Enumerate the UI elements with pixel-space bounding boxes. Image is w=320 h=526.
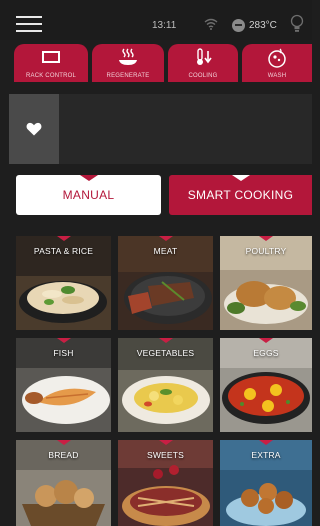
category-tile-meat[interactable]: MEAT (118, 236, 213, 330)
category-label: EGGS (253, 348, 279, 358)
tile-indicator (259, 338, 273, 343)
smart-cooking-button[interactable]: SMART COOKING (169, 175, 312, 215)
rack-icon (42, 51, 60, 63)
category-tile-fish[interactable]: FISH (16, 338, 111, 432)
heart-icon (26, 122, 42, 136)
category-tile-extra[interactable]: EXTRA (220, 440, 312, 526)
action-tabs: RACK CONTROL REGENERATE COOLING WASH (0, 40, 312, 82)
temperature-value: 283°C (249, 19, 277, 31)
manual-mode-button[interactable]: MANUAL (16, 175, 161, 215)
tile-indicator (56, 440, 71, 445)
wash-label: WASH (267, 73, 287, 79)
oven-temperature-icon (232, 18, 245, 32)
smart-cooking-indicator (231, 175, 250, 181)
category-tile-poultry[interactable]: POULTRY (220, 236, 312, 330)
wash-icon (268, 48, 286, 68)
category-label: SWEETS (146, 450, 185, 460)
thermometer-down-icon (197, 48, 212, 65)
tile-indicator (259, 236, 273, 241)
favorites-button[interactable] (9, 94, 59, 164)
tile-indicator (158, 338, 173, 343)
tile-indicator (259, 440, 273, 445)
category-tile-eggs[interactable]: EGGS (220, 338, 312, 432)
regenerate-button[interactable]: REGENERATE (92, 44, 164, 82)
category-label: POULTRY (245, 246, 287, 256)
wifi-icon (204, 18, 218, 30)
favorites-bar (9, 94, 312, 164)
regenerate-label: REGENERATE (106, 73, 150, 79)
light-bulb-icon[interactable] (290, 14, 304, 34)
category-tile-bread[interactable]: BREAD (16, 440, 111, 526)
manual-label: MANUAL (62, 188, 115, 202)
category-label: MEAT (153, 246, 178, 256)
rack-control-label: RACK CONTROL (25, 73, 77, 79)
status-bar: 13:11 283°C (0, 0, 312, 40)
steam-plate-icon (119, 48, 137, 65)
clock: 13:11 (152, 20, 177, 31)
category-label: PASTA & RICE (33, 246, 94, 256)
category-label: EXTRA (251, 450, 281, 460)
cooling-label: COOLING (188, 73, 218, 79)
category-label: FISH (53, 348, 74, 358)
tile-indicator (56, 338, 71, 343)
cooling-button[interactable]: COOLING (168, 44, 238, 82)
oven-temperature: 283°C (232, 18, 277, 32)
rack-control-button[interactable]: RACK CONTROL (14, 44, 88, 82)
manual-selected-indicator (79, 175, 98, 181)
category-tile-vegetables[interactable]: VEGETABLES (118, 338, 213, 432)
category-tile-sweets[interactable]: SWEETS (118, 440, 213, 526)
category-label: BREAD (48, 450, 79, 460)
hamburger-menu-icon[interactable] (16, 16, 42, 32)
category-tile-pasta-rice[interactable]: PASTA & RICE (16, 236, 111, 330)
category-label: VEGETABLES (136, 348, 195, 358)
tile-indicator (158, 236, 173, 241)
tile-indicator (158, 440, 173, 445)
tile-indicator (56, 236, 71, 241)
wash-button[interactable]: WASH (242, 44, 312, 82)
smart-cooking-label: SMART COOKING (187, 188, 294, 202)
